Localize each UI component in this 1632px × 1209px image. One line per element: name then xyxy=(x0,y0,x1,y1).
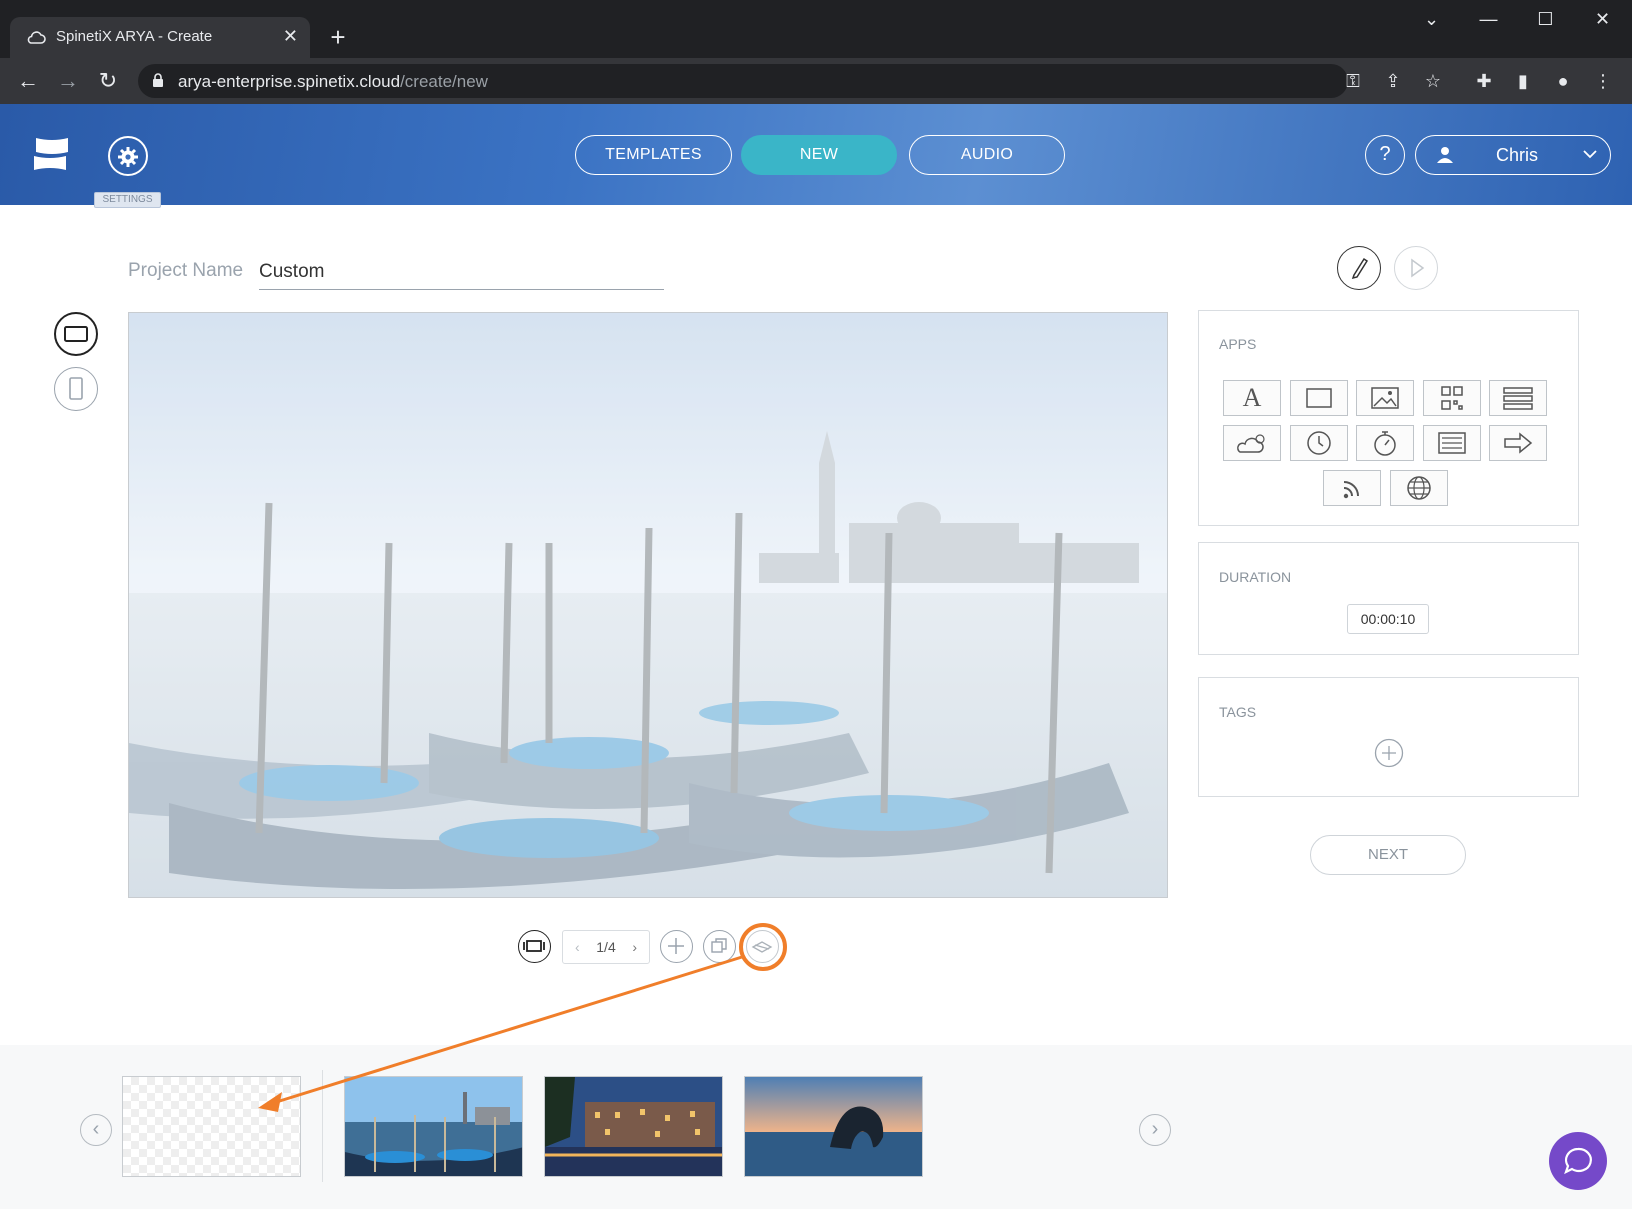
settings-tooltip: SETTINGS xyxy=(94,192,161,208)
slide-thumbnail-4-rock-arch[interactable] xyxy=(744,1076,923,1177)
portrait-orientation-button[interactable] xyxy=(54,367,98,411)
plus-icon xyxy=(668,938,684,954)
user-name: Chris xyxy=(1496,145,1539,165)
duplicate-slide-button[interactable] xyxy=(703,930,736,963)
slideshow-view-button[interactable] xyxy=(518,930,551,963)
duration-panel: DURATION 00:00:10 xyxy=(1198,542,1579,655)
share-icon[interactable]: ⇪ xyxy=(1381,69,1405,93)
pencil-icon xyxy=(1351,257,1369,280)
countdown-app-icon[interactable] xyxy=(1356,425,1414,461)
slide-thumbnail-3-amsterdam[interactable] xyxy=(544,1076,723,1177)
close-window-button[interactable]: ✕ xyxy=(1574,0,1631,40)
app-header: SETTINGS TEMPLATES NEW AUDIO ? Chris xyxy=(0,104,1632,208)
app-root: SETTINGS TEMPLATES NEW AUDIO ? Chris Pro… xyxy=(0,104,1632,1209)
add-tag-button[interactable] xyxy=(1374,738,1404,768)
layers-erase-icon xyxy=(751,941,773,953)
user-menu-button[interactable]: Chris xyxy=(1415,135,1611,175)
duration-title: DURATION xyxy=(1219,569,1292,585)
bookmark-star-icon[interactable]: ☆ xyxy=(1421,69,1445,93)
portrait-icon xyxy=(69,377,83,400)
tab-title: SpinetiX ARYA - Create xyxy=(56,28,213,45)
browser-tab[interactable]: SpinetiX ARYA - Create ✕ xyxy=(10,17,310,58)
prev-slide-icon[interactable]: ‹ xyxy=(575,931,580,963)
maximize-button[interactable]: ☐ xyxy=(1517,0,1574,40)
apps-title: APPS xyxy=(1219,336,1257,352)
edit-mode-button[interactable] xyxy=(1337,246,1381,290)
gear-icon xyxy=(118,147,138,167)
list-app-icon[interactable] xyxy=(1489,380,1547,416)
rss-app-icon[interactable] xyxy=(1323,470,1381,506)
add-slide-button[interactable] xyxy=(660,930,693,963)
minimize-button[interactable]: — xyxy=(1460,0,1517,40)
nav-new-button[interactable]: NEW xyxy=(741,135,897,175)
spinetix-logo[interactable] xyxy=(32,136,70,172)
browser-toolbar: ← → ↻ arya-enterprise.spinetix.cloud/cre… xyxy=(0,58,1632,104)
ticker-app-icon[interactable] xyxy=(1423,425,1481,461)
nav-audio-button[interactable]: AUDIO xyxy=(909,135,1065,175)
play-icon xyxy=(1411,258,1425,278)
key-icon[interactable]: ⚿ xyxy=(1341,69,1365,93)
arrow-app-icon[interactable] xyxy=(1489,425,1547,461)
thumbs-divider xyxy=(322,1070,323,1182)
slide-canvas[interactable] xyxy=(128,312,1168,898)
text-app-icon[interactable]: A xyxy=(1223,380,1281,416)
user-icon xyxy=(1437,147,1453,163)
project-name-input[interactable] xyxy=(259,254,664,290)
thumbs-next-button[interactable]: › xyxy=(1139,1114,1171,1146)
remove-background-button[interactable] xyxy=(746,930,779,963)
landscape-orientation-button[interactable] xyxy=(54,312,98,356)
chat-button[interactable] xyxy=(1549,1132,1607,1190)
tags-panel: TAGS xyxy=(1198,677,1579,797)
venice-gondolas-image xyxy=(129,313,1167,897)
slide-thumbnail-2-venice[interactable] xyxy=(344,1076,523,1177)
browser-tab-bar: SpinetiX ARYA - Create ✕ + ⌄ — ☐ ✕ xyxy=(0,0,1632,58)
preview-button[interactable] xyxy=(1394,246,1438,290)
new-tab-button[interactable]: + xyxy=(322,22,354,54)
thumbs-prev-button[interactable]: ‹ xyxy=(80,1114,112,1146)
cloud-icon xyxy=(27,31,46,44)
film-strip-icon xyxy=(523,940,545,952)
tags-title: TAGS xyxy=(1219,704,1257,720)
project-name-label: Project Name xyxy=(128,260,244,281)
chevron-down-icon xyxy=(1583,150,1597,159)
address-bar[interactable]: arya-enterprise.spinetix.cloud/create/ne… xyxy=(138,64,1348,98)
profile-icon[interactable]: ● xyxy=(1551,69,1575,93)
weather-app-icon[interactable] xyxy=(1223,425,1281,461)
slide-pager: ‹ 1/4 › xyxy=(562,930,650,964)
reload-icon[interactable]: ↻ xyxy=(95,68,121,94)
apps-panel: APPS A xyxy=(1198,310,1579,526)
slide-thumbnail-1-transparent[interactable] xyxy=(122,1076,301,1177)
tab-search-icon[interactable]: ⌄ xyxy=(1403,0,1460,40)
chat-bubble-icon xyxy=(1564,1147,1592,1175)
plus-circle-icon xyxy=(1374,738,1404,768)
side-panel-icon[interactable]: ▮ xyxy=(1511,69,1535,93)
landscape-icon xyxy=(64,326,88,342)
help-button[interactable]: ? xyxy=(1365,135,1405,175)
copy-icon xyxy=(711,938,727,953)
close-tab-icon[interactable]: ✕ xyxy=(283,26,298,47)
shape-app-icon[interactable] xyxy=(1290,380,1348,416)
back-icon[interactable]: ← xyxy=(15,68,41,94)
qr-code-app-icon[interactable] xyxy=(1423,380,1481,416)
extensions-icon[interactable]: ✚ xyxy=(1472,69,1496,93)
slide-counter: 1/4 xyxy=(596,939,616,955)
url-text: arya-enterprise.spinetix.cloud/create/ne… xyxy=(178,72,488,91)
clock-app-icon[interactable] xyxy=(1290,425,1348,461)
forward-icon[interactable]: → xyxy=(55,68,81,94)
lock-icon xyxy=(153,73,163,87)
nav-templates-button[interactable]: TEMPLATES xyxy=(575,135,732,175)
menu-icon[interactable]: ⋮ xyxy=(1591,69,1615,93)
next-button[interactable]: NEXT xyxy=(1310,835,1466,875)
settings-button[interactable] xyxy=(108,136,148,176)
web-app-icon[interactable] xyxy=(1390,470,1448,506)
next-slide-icon[interactable]: › xyxy=(632,931,637,963)
duration-input[interactable]: 00:00:10 xyxy=(1347,604,1429,634)
image-app-icon[interactable] xyxy=(1356,380,1414,416)
